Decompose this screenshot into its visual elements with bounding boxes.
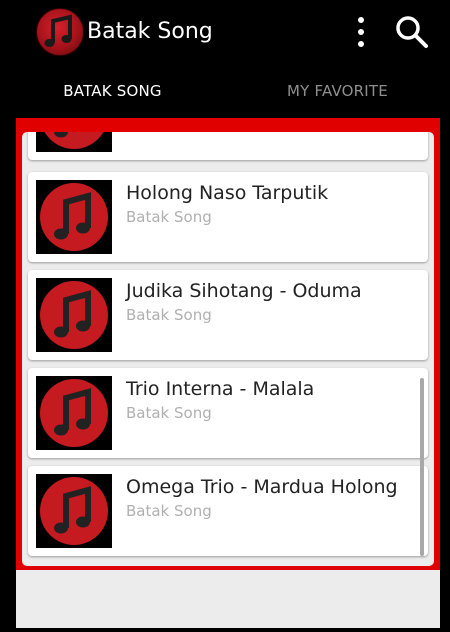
list-item[interactable]: Trio Interna - Malala Batak Song [28,368,428,458]
song-thumbnail [36,278,112,352]
list-item[interactable]: Holong Naso Tarputik Batak Song [28,172,428,262]
song-thumbnail [36,132,112,152]
content-area: Holong Naso Tarputik Batak Song Judika S… [16,118,440,570]
song-thumbnail [36,376,112,450]
list-item[interactable] [28,132,428,160]
app-logo-icon [36,8,84,56]
song-title: Judika Sihotang - Oduma [126,280,362,302]
list-item[interactable]: Omega Trio - Mardua Holong Batak Song [28,466,428,556]
song-thumbnail [36,474,112,548]
tab-my-favorite[interactable]: MY FAVORITE [225,66,450,118]
tab-bar: BATAK SONG MY FAVORITE [0,66,450,118]
search-icon[interactable] [392,12,432,52]
song-title: Trio Interna - Malala [126,378,315,400]
song-title: Holong Naso Tarputik [126,182,329,204]
list-scrollbar[interactable] [420,378,424,556]
app-bar: Batak Song [0,0,450,66]
song-thumbnail [36,180,112,254]
song-title: Omega Trio - Mardua Holong [126,476,398,498]
song-subtitle: Batak Song [126,404,212,422]
bottom-area [16,570,440,628]
more-vert-icon[interactable] [348,14,374,50]
tab-batak-song[interactable]: BATAK SONG [0,66,225,118]
list-item[interactable]: Judika Sihotang - Oduma Batak Song [28,270,428,360]
song-subtitle: Batak Song [126,208,212,226]
song-list[interactable]: Holong Naso Tarputik Batak Song Judika S… [22,132,434,566]
song-subtitle: Batak Song [126,306,212,324]
app-title: Batak Song [87,19,213,44]
song-subtitle: Batak Song [126,502,212,520]
